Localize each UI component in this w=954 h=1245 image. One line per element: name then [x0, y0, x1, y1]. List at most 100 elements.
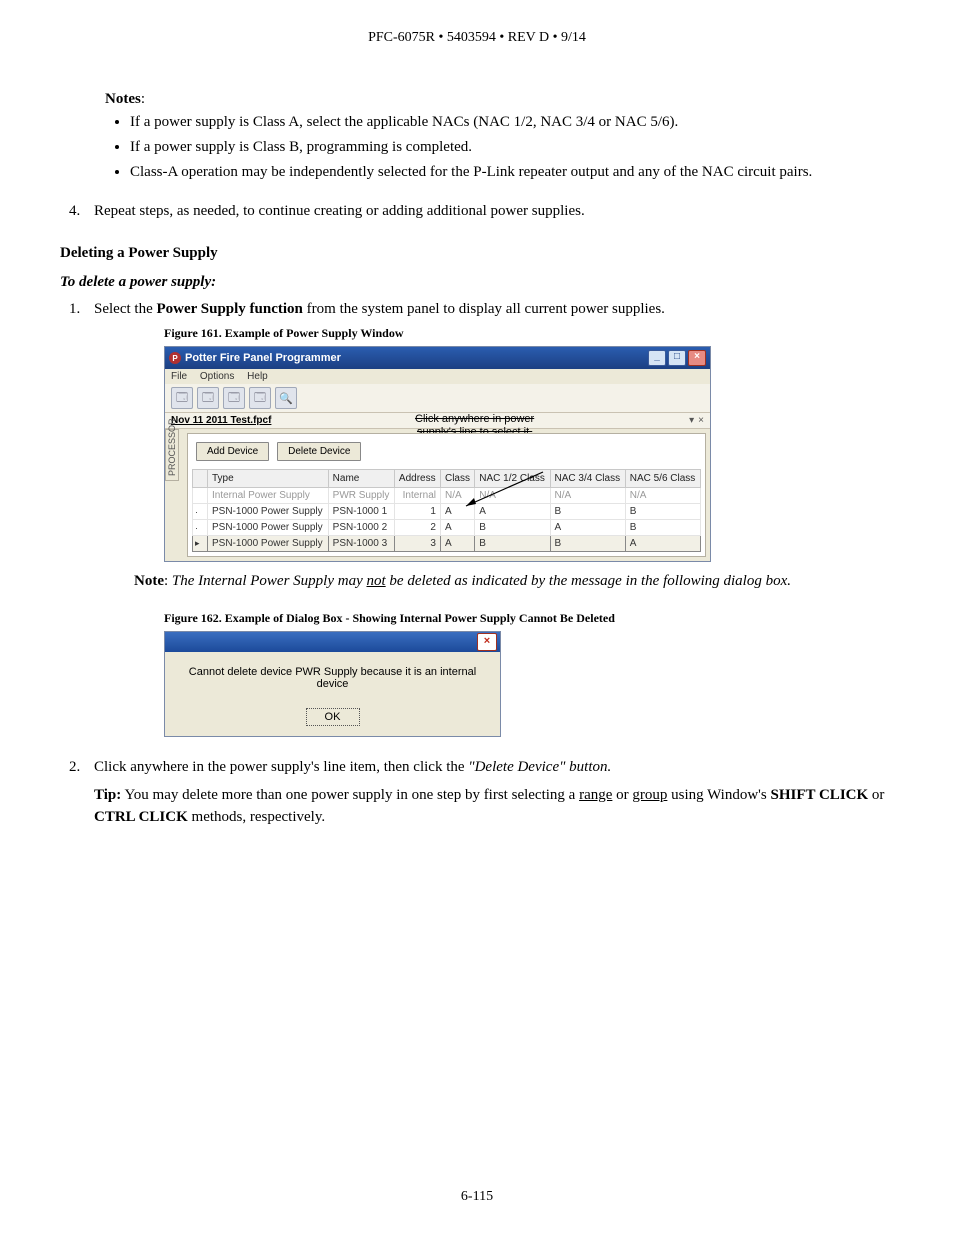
note-item: If a power supply is Class B, programmin…: [130, 137, 894, 158]
step-1: Select the Power Supply function from th…: [84, 301, 894, 737]
table-row[interactable]: ·PSN-1000 Power SupplyPSN-1000 11AABB: [193, 504, 701, 520]
row-indicator: ·: [193, 520, 208, 536]
cell-nac56: B: [625, 504, 700, 520]
toolbar-icon[interactable]: 🗔: [171, 387, 193, 409]
close-doc-icon[interactable]: ×: [698, 415, 704, 426]
tip-ctrl: CTRL CLICK: [94, 809, 188, 825]
cell-nac34: B: [550, 536, 625, 552]
cell-address: 1: [394, 504, 440, 520]
power-supply-table: Type Name Address Class NAC 1/2 Class NA…: [192, 469, 701, 552]
cell-type: PSN-1000 Power Supply: [208, 520, 329, 536]
tip-group: group: [632, 787, 667, 803]
close-button[interactable]: ×: [688, 350, 706, 366]
cell-nac12: B: [475, 520, 550, 536]
cell-name: PSN-1000 3: [328, 536, 394, 552]
col-class[interactable]: Class: [440, 470, 474, 488]
document-bar: Nov 11 2011 Test.fpcf Click anywhere in …: [165, 413, 710, 429]
tip-text: methods, respectively.: [188, 809, 325, 825]
tip-range: range: [579, 787, 612, 803]
step-text: Select the: [94, 301, 156, 317]
delete-device-button[interactable]: Delete Device: [277, 442, 361, 461]
document-name[interactable]: Nov 11 2011 Test.fpcf: [171, 415, 271, 426]
dialog-close-button[interactable]: ×: [477, 633, 497, 651]
tip-label: Tip:: [94, 787, 121, 803]
cell-nac12: A: [475, 504, 550, 520]
tip-text: You may delete more than one power suppl…: [121, 787, 579, 803]
dialog-message: Cannot delete device PWR Supply because …: [165, 652, 500, 696]
table-row[interactable]: ▸PSN-1000 Power SupplyPSN-1000 33ABBA: [193, 536, 701, 552]
cell-address: 3: [394, 536, 440, 552]
tip-text: using Window's: [667, 787, 770, 803]
cell-name: PSN-1000 1: [328, 504, 394, 520]
notes-block: Notes: If a power supply is Class A, sel…: [105, 91, 894, 183]
cell-address: Internal: [394, 488, 440, 504]
table-row[interactable]: ·PSN-1000 Power SupplyPSN-1000 22ABAB: [193, 520, 701, 536]
menu-help[interactable]: Help: [247, 371, 268, 382]
col-nac56[interactable]: NAC 5/6 Class: [625, 470, 700, 488]
menu-options[interactable]: Options: [200, 371, 234, 382]
titlebar: P Potter Fire Panel Programmer _ □ ×: [165, 347, 710, 369]
note-label: Note: [134, 573, 164, 589]
side-tab[interactable]: PROCESSOR: [165, 429, 179, 481]
note-text: be deleted as indicated by the message i…: [386, 573, 791, 589]
col-nac12[interactable]: NAC 1/2 Class: [475, 470, 550, 488]
doc-header: PFC-6075R • 5403594 • REV D • 9/14: [60, 30, 894, 46]
tip-shift: SHIFT CLICK: [770, 787, 868, 803]
row-indicator: ▸: [193, 536, 208, 552]
note-not: not: [366, 573, 385, 589]
step-4: Repeat steps, as needed, to continue cre…: [84, 203, 894, 220]
note-paragraph: Note: The Internal Power Supply may not …: [134, 570, 894, 593]
menubar: File Options Help: [165, 369, 710, 384]
toolbar-icon[interactable]: 🗔: [197, 387, 219, 409]
figure-caption: Figure 161. Example of Power Supply Wind…: [164, 326, 894, 341]
cell-type: PSN-1000 Power Supply: [208, 536, 329, 552]
app-window: P Potter Fire Panel Programmer _ □ × Fil…: [164, 346, 711, 562]
section-heading: Deleting a Power Supply: [60, 245, 894, 262]
cell-nac56: B: [625, 520, 700, 536]
cell-nac34: B: [550, 504, 625, 520]
ok-button[interactable]: OK: [306, 708, 360, 726]
toolbar: 🗔 🗔 🗔 🗔 🔍: [165, 384, 710, 413]
add-device-button[interactable]: Add Device: [196, 442, 269, 461]
dialog-titlebar: ×: [165, 632, 500, 652]
cell-nac56: N/A: [625, 488, 700, 504]
row-indicator: [193, 488, 208, 504]
note-item: If a power supply is Class A, select the…: [130, 112, 894, 133]
dropdown-icon[interactable]: ▾: [689, 415, 694, 426]
cell-nac34: A: [550, 520, 625, 536]
tip-text: or: [612, 787, 632, 803]
cell-class: A: [440, 520, 474, 536]
notes-label: Notes: [105, 91, 141, 107]
cell-nac12: B: [475, 536, 550, 552]
menu-file[interactable]: File: [171, 371, 187, 382]
content-pane: Add Device Delete Device Type Name Addre…: [187, 433, 706, 557]
step-2: Click anywhere in the power supply's lin…: [84, 759, 894, 829]
page-number: 6-115: [60, 1189, 894, 1205]
col-address[interactable]: Address: [394, 470, 440, 488]
app-icon: P: [169, 352, 181, 364]
cell-nac56: A: [625, 536, 700, 552]
tip-text: or: [868, 787, 884, 803]
cell-class: A: [440, 504, 474, 520]
cell-class: A: [440, 536, 474, 552]
cell-name: PWR Supply: [328, 488, 394, 504]
col-type[interactable]: Type: [208, 470, 329, 488]
section-subheading: To delete a power supply:: [60, 274, 894, 291]
tip-paragraph: Tip: You may delete more than one power …: [94, 784, 894, 829]
note-item: Class-A operation may be independently s…: [130, 162, 894, 183]
minimize-button[interactable]: _: [648, 350, 666, 366]
step-text-bold: Power Supply function: [156, 301, 302, 317]
cell-type: Internal Power Supply: [208, 488, 329, 504]
col-name[interactable]: Name: [328, 470, 394, 488]
search-icon[interactable]: 🔍: [275, 387, 297, 409]
col-nac34[interactable]: NAC 3/4 Class: [550, 470, 625, 488]
cell-class: N/A: [440, 488, 474, 504]
toolbar-icon[interactable]: 🗔: [249, 387, 271, 409]
table-row[interactable]: Internal Power SupplyPWR SupplyInternalN…: [193, 488, 701, 504]
maximize-button[interactable]: □: [668, 350, 686, 366]
cell-nac34: N/A: [550, 488, 625, 504]
cell-address: 2: [394, 520, 440, 536]
toolbar-icon[interactable]: 🗔: [223, 387, 245, 409]
cell-name: PSN-1000 2: [328, 520, 394, 536]
dialog-box: × Cannot delete device PWR Supply becaus…: [164, 631, 501, 737]
